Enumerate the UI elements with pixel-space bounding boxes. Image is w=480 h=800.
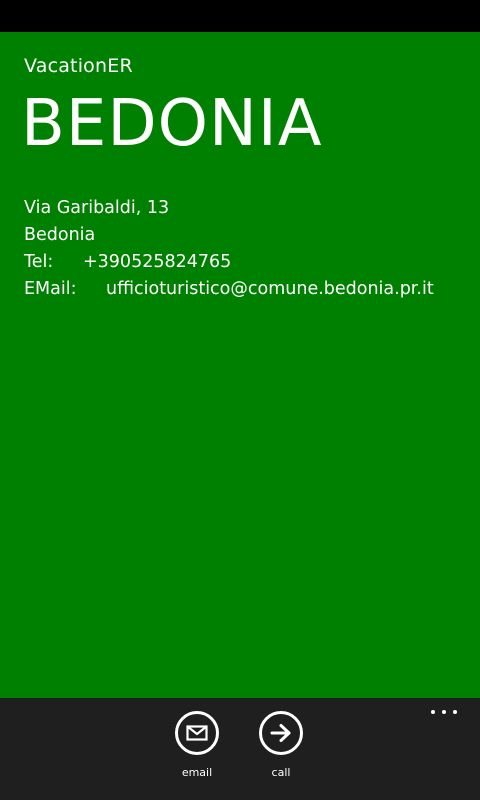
dot [431,710,435,714]
email-address[interactable]: ufficioturistico@comune.bedonia.pr.it [106,279,434,299]
email-button-circle[interactable] [175,711,219,755]
email-row: EMail: ufficioturistico@comune.bedonia.pr… [24,276,434,303]
app-title: VacationER [24,55,133,77]
email-button[interactable]: email [167,711,227,780]
call-button-label: call [271,766,291,779]
application-bar: email call [0,698,480,800]
arrow-right-icon [270,724,291,742]
city-line: Bedonia [24,225,96,245]
dot [442,710,446,714]
email-label: EMail: [24,279,77,299]
envelope-icon [186,725,208,741]
status-bar [0,0,480,32]
dot [453,710,457,714]
phone-number[interactable]: +390525824765 [83,252,231,272]
phone-label: Tel: [24,252,54,272]
address-line: Via Garibaldi, 13 [24,198,170,218]
email-button-label: email [181,766,213,779]
phone-row: Tel: +390525824765 [24,249,434,276]
call-button-circle[interactable] [259,711,303,755]
ellipsis-icon[interactable] [431,708,457,716]
details-page: VacationER BEDONIA Via Garibaldi, 13 Bed… [0,32,480,698]
call-button[interactable]: call [251,711,311,780]
contact-info: Via Garibaldi, 13 Bedonia Tel: +390525824… [24,195,434,303]
page-title: BEDONIA [21,87,323,161]
